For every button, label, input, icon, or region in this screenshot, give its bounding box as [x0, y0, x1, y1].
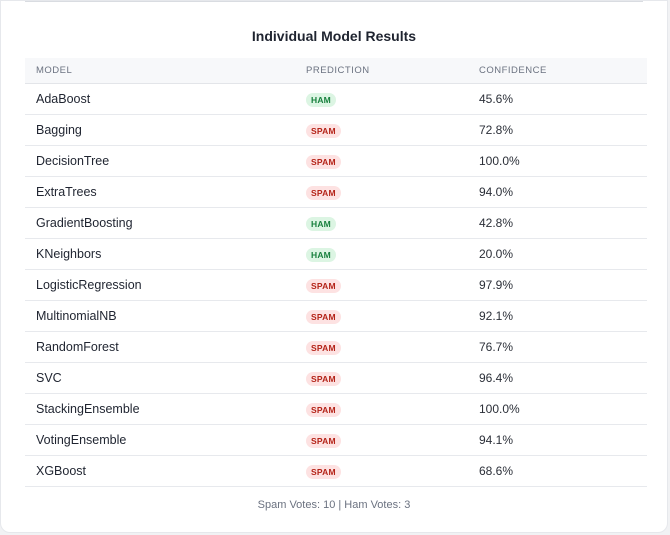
table-row: RandomForest SPAM 76.7%: [25, 332, 647, 363]
prediction-cell: HAM: [295, 216, 468, 231]
table-header: MODEL PREDICTION CONFIDENCE: [25, 58, 647, 84]
prediction-cell: SPAM: [295, 433, 468, 448]
table-row: VotingEnsemble SPAM 94.1%: [25, 425, 647, 456]
prediction-badge: HAM: [306, 92, 336, 107]
model-name: VotingEnsemble: [36, 433, 127, 447]
prediction-cell: HAM: [295, 247, 468, 262]
header-model: MODEL: [36, 65, 73, 76]
table-row: LogisticRegression SPAM 97.9%: [25, 270, 647, 301]
table-row: Bagging SPAM 72.8%: [25, 115, 647, 146]
prediction-cell: SPAM: [295, 371, 468, 386]
model-name: RandomForest: [36, 340, 119, 354]
prediction-cell: SPAM: [295, 123, 468, 138]
table-row: XGBoost SPAM 68.6%: [25, 456, 647, 487]
prediction-badge: SPAM: [306, 123, 341, 138]
results-table: MODEL PREDICTION CONFIDENCE AdaBoost HAM 4…: [25, 58, 647, 487]
prediction-cell: SPAM: [295, 185, 468, 200]
prediction-badge: SPAM: [306, 464, 341, 479]
table-row: KNeighbors HAM 20.0%: [25, 239, 647, 270]
table-row: GradientBoosting HAM 42.8%: [25, 208, 647, 239]
prediction-badge: SPAM: [306, 278, 341, 293]
prediction-cell: SPAM: [295, 154, 468, 169]
results-card: Individual Model Results MODEL PREDICTIO…: [0, 0, 668, 533]
model-name: LogisticRegression: [36, 278, 142, 292]
model-name: ExtraTrees: [36, 185, 97, 199]
prediction-cell: SPAM: [295, 402, 468, 417]
prediction-badge: SPAM: [306, 402, 341, 417]
prediction-cell: SPAM: [295, 309, 468, 324]
table-row: StackingEnsemble SPAM 100.0%: [25, 394, 647, 425]
model-name: KNeighbors: [36, 247, 102, 261]
section-title: Individual Model Results: [251, 28, 417, 44]
header-confidence: CONFIDENCE: [479, 65, 547, 76]
confidence-value: 94.1%: [479, 433, 514, 447]
prediction-cell: HAM: [295, 92, 468, 107]
top-divider: [25, 1, 643, 2]
prediction-badge: SPAM: [306, 309, 341, 324]
model-name: AdaBoost: [36, 92, 91, 106]
prediction-badge: SPAM: [306, 154, 341, 169]
confidence-value: 20.0%: [479, 247, 514, 261]
table-body: AdaBoost HAM 45.6% Bagging SPAM 72.8% Decision…: [25, 84, 647, 487]
prediction-badge: SPAM: [306, 340, 341, 355]
confidence-value: 94.0%: [479, 185, 514, 199]
prediction-badge: SPAM: [306, 185, 341, 200]
confidence-value: 92.1%: [479, 309, 514, 323]
confidence-value: 42.8%: [479, 216, 514, 230]
model-name: SVC: [36, 371, 62, 385]
confidence-value: 72.8%: [479, 123, 514, 137]
prediction-badge: HAM: [306, 216, 336, 231]
table-row: ExtraTrees SPAM 94.0%: [25, 177, 647, 208]
table-row: SVC SPAM 96.4%: [25, 363, 647, 394]
table-row: MultinomialNB SPAM 92.1%: [25, 301, 647, 332]
confidence-value: 68.6%: [479, 464, 514, 478]
table-row: DecisionTree SPAM 100.0%: [25, 146, 647, 177]
prediction-cell: SPAM: [295, 340, 468, 355]
model-name: GradientBoosting: [36, 216, 133, 230]
model-name: DecisionTree: [36, 154, 110, 168]
confidence-value: 100.0%: [479, 154, 520, 168]
prediction-badge: SPAM: [306, 371, 341, 386]
confidence-value: 100.0%: [479, 402, 520, 416]
table-row: AdaBoost HAM 45.6%: [25, 84, 647, 115]
confidence-value: 97.9%: [479, 278, 514, 292]
prediction-badge: SPAM: [306, 433, 341, 448]
confidence-value: 76.7%: [479, 340, 514, 354]
model-name: MultinomialNB: [36, 309, 117, 323]
prediction-badge: HAM: [306, 247, 336, 262]
confidence-value: 45.6%: [479, 92, 514, 106]
model-name: StackingEnsemble: [36, 402, 140, 416]
prediction-cell: SPAM: [295, 464, 468, 479]
model-name: XGBoost: [36, 464, 87, 478]
prediction-cell: SPAM: [295, 278, 468, 293]
model-name: Bagging: [36, 123, 82, 137]
vote-summary: Spam Votes: 10 | Ham Votes: 3: [257, 499, 411, 511]
header-prediction: PREDICTION: [306, 65, 370, 76]
confidence-value: 96.4%: [479, 371, 514, 385]
